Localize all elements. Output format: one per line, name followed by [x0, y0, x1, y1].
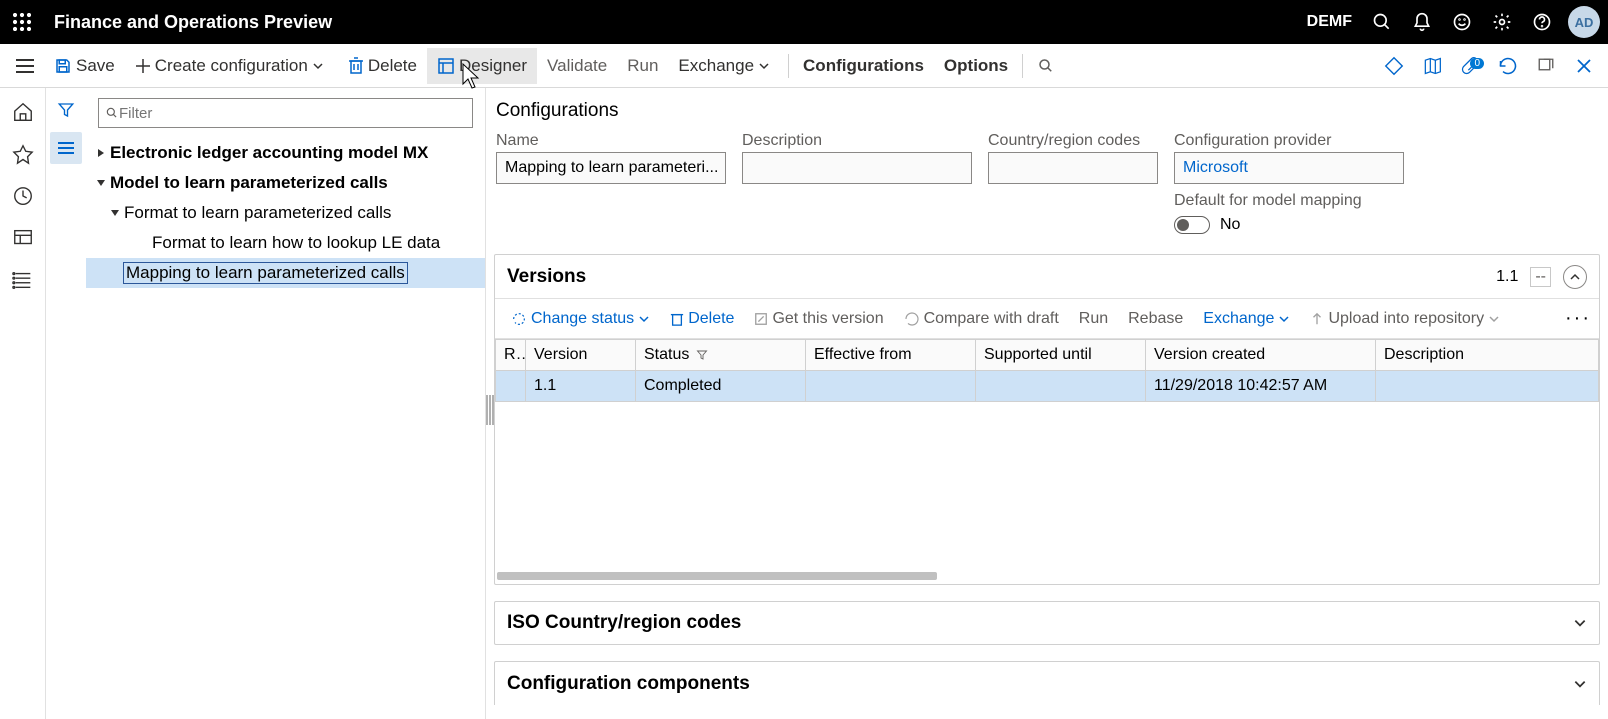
caret-down-icon [92, 178, 110, 188]
exchange-button[interactable]: Exchange [668, 48, 784, 84]
more-icon[interactable]: ··· [1565, 307, 1591, 330]
horizontal-scrollbar[interactable] [495, 572, 1599, 584]
hamburger-icon[interactable] [6, 58, 44, 74]
upload-button[interactable]: Upload into repository [1302, 310, 1508, 328]
gear-icon[interactable] [1482, 12, 1522, 32]
workspace-icon[interactable] [5, 220, 41, 256]
col-description[interactable]: Description [1376, 340, 1599, 371]
separator [1022, 54, 1023, 78]
refresh-icon[interactable] [1490, 56, 1526, 76]
app-launcher-icon[interactable] [8, 8, 36, 36]
run-button[interactable]: Run [617, 48, 668, 84]
options-tab[interactable]: Options [934, 48, 1018, 84]
expand-lines-icon[interactable] [50, 132, 82, 164]
change-status-button[interactable]: Change status [503, 310, 658, 328]
filter-box[interactable] [98, 98, 473, 128]
configurations-tab[interactable]: Configurations [793, 48, 934, 84]
provider-label: Configuration provider [1174, 132, 1404, 150]
delete-button[interactable]: Delete [338, 48, 427, 84]
caret-right-icon [92, 148, 110, 158]
chevron-down-icon [1573, 677, 1587, 691]
chevron-down-icon [1573, 616, 1587, 630]
modules-icon[interactable] [5, 262, 41, 298]
description-field[interactable] [742, 152, 972, 184]
separator [788, 54, 789, 78]
compare-button[interactable]: Compare with draft [896, 310, 1067, 328]
attach-badge: 0 [1470, 58, 1484, 69]
company-code[interactable]: DEMF [1307, 13, 1352, 31]
find-button[interactable] [1027, 48, 1069, 84]
tree-node-format[interactable]: Format to learn parameterized calls [86, 198, 485, 228]
tree-node-mapping[interactable]: Mapping to learn parameterized calls [86, 258, 485, 288]
tree-node-ledger[interactable]: Electronic ledger accounting model MX [86, 138, 485, 168]
page-title: Configurations [494, 96, 1600, 132]
exchange-label: Exchange [678, 56, 754, 76]
validate-button[interactable]: Validate [537, 48, 617, 84]
country-field[interactable] [988, 152, 1158, 184]
user-avatar[interactable]: AD [1568, 6, 1600, 38]
versions-title: Versions [507, 266, 586, 288]
smile-icon[interactable] [1442, 12, 1482, 32]
collapse-icon[interactable] [1563, 265, 1587, 289]
history-icon[interactable] [5, 178, 41, 214]
run-label: Run [627, 56, 658, 76]
map-icon[interactable] [1414, 56, 1450, 76]
components-section[interactable]: Configuration components [494, 661, 1600, 705]
create-configuration-button[interactable]: Create configuration [125, 48, 338, 84]
save-label: Save [76, 56, 115, 76]
provider-field[interactable]: Microsoft [1174, 152, 1404, 184]
save-button[interactable]: Save [44, 48, 125, 84]
description-label: Description [742, 132, 972, 150]
col-supported[interactable]: Supported until [976, 340, 1146, 371]
create-config-label: Create configuration [155, 56, 308, 76]
name-field[interactable]: Mapping to learn parameteri... [496, 152, 726, 184]
diamond-icon[interactable] [1376, 55, 1412, 77]
star-icon[interactable] [5, 136, 41, 172]
attachments-icon[interactable]: 0 [1452, 56, 1488, 76]
run-version-button[interactable]: Run [1071, 310, 1116, 328]
close-icon[interactable] [1566, 57, 1602, 75]
version-dash: -- [1530, 267, 1551, 287]
search-icon[interactable] [1362, 12, 1402, 32]
rebase-button[interactable]: Rebase [1120, 310, 1191, 328]
toggle-text: No [1220, 216, 1240, 234]
name-label: Name [496, 132, 726, 150]
get-version-button[interactable]: Get this version [746, 310, 891, 328]
delete-version-button[interactable]: Delete [662, 310, 742, 328]
options-label: Options [944, 56, 1008, 76]
tree-node-format-lookup[interactable]: Format to learn how to lookup LE data [86, 228, 485, 258]
version-summary: 1.1 [1496, 268, 1518, 286]
col-status[interactable]: Status [636, 340, 806, 371]
app-title: Finance and Operations Preview [54, 12, 332, 33]
tree-node-model[interactable]: Model to learn parameterized calls [86, 168, 485, 198]
exchange-version-button[interactable]: Exchange [1195, 310, 1298, 328]
splitter-handle[interactable] [486, 395, 496, 425]
delete-label: Delete [368, 56, 417, 76]
country-label: Country/region codes [988, 132, 1158, 150]
home-icon[interactable] [5, 94, 41, 130]
default-mapping-label: Default for model mapping [1174, 192, 1404, 210]
bell-icon[interactable] [1402, 12, 1442, 32]
configurations-label: Configurations [803, 56, 924, 76]
mouse-cursor [459, 62, 483, 86]
default-toggle[interactable] [1174, 216, 1210, 234]
version-row[interactable]: 1.1 Completed 11/29/2018 10:42:57 AM [496, 371, 1599, 402]
help-icon[interactable] [1522, 12, 1562, 32]
validate-label: Validate [547, 56, 607, 76]
col-effective[interactable]: Effective from [806, 340, 976, 371]
filter-input[interactable] [119, 105, 466, 122]
col-created[interactable]: Version created [1146, 340, 1376, 371]
caret-down-icon [106, 208, 124, 218]
popout-icon[interactable] [1528, 57, 1564, 75]
col-version[interactable]: Version [526, 340, 636, 371]
funnel-icon[interactable] [50, 94, 82, 126]
col-r[interactable]: R... [496, 340, 526, 371]
iso-section[interactable]: ISO Country/region codes [494, 601, 1600, 645]
